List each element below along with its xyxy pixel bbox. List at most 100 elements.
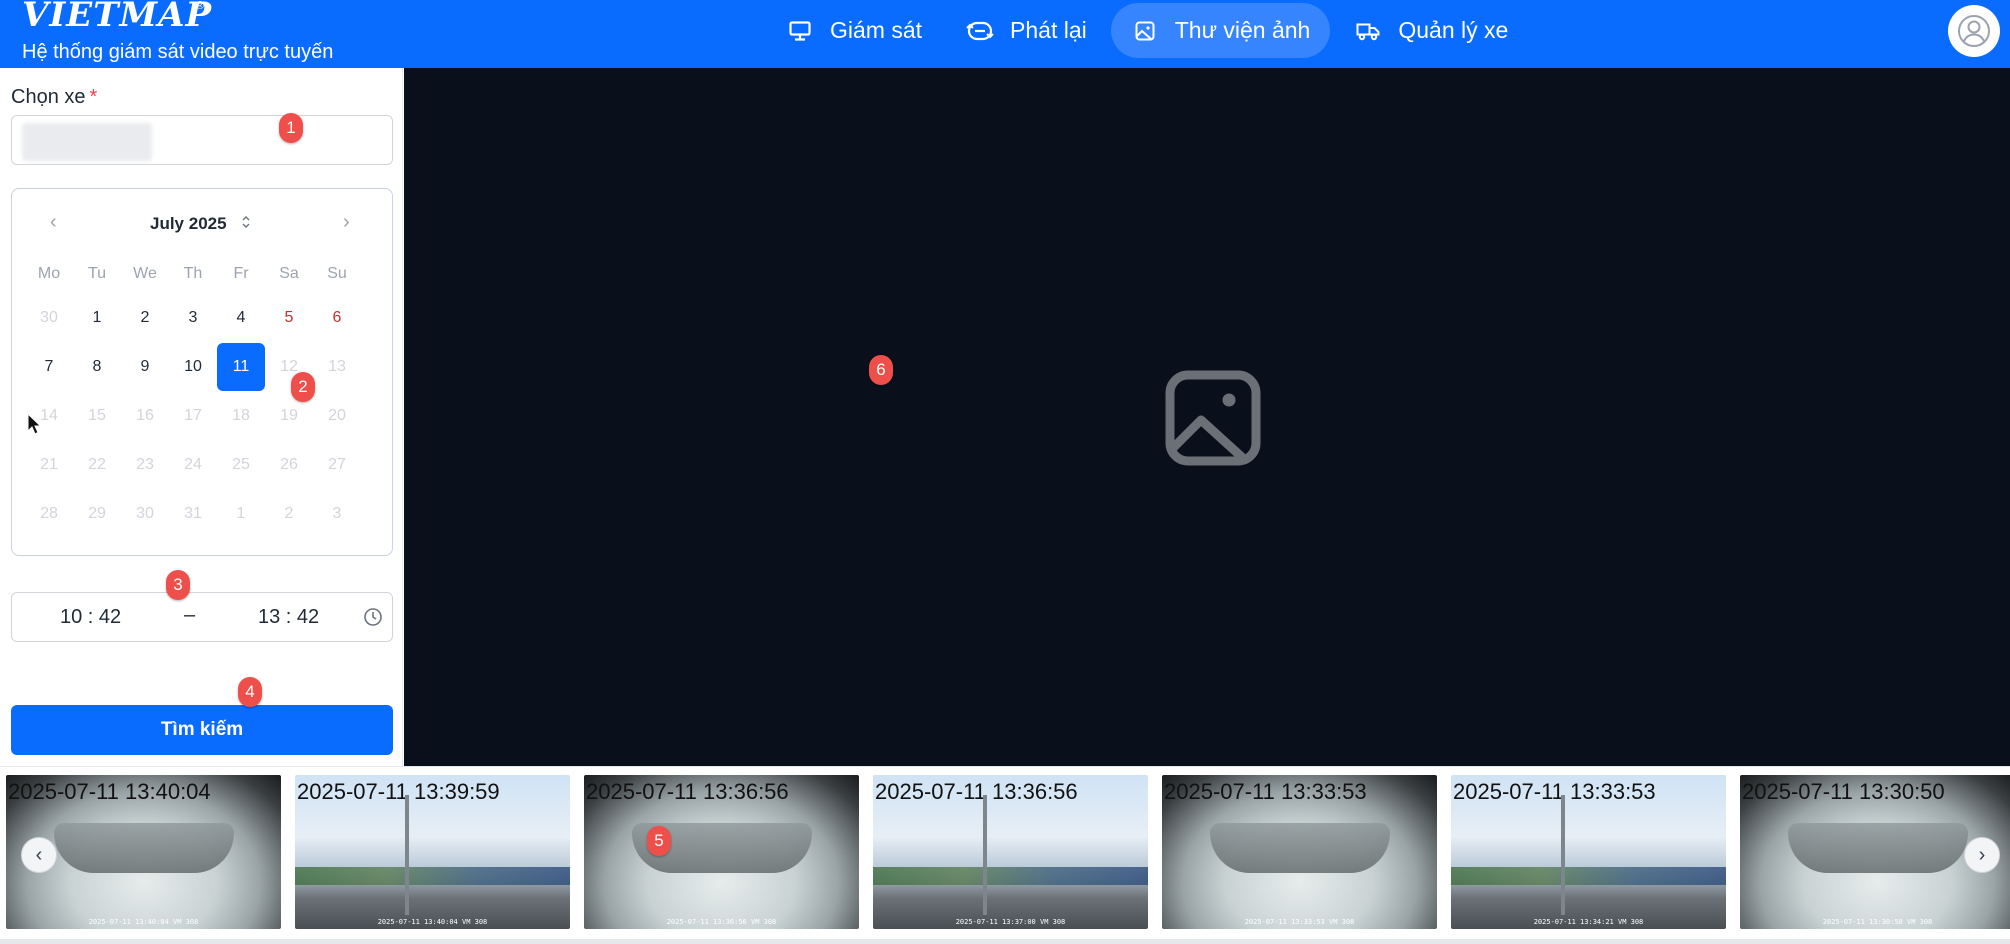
nav-phat-lai[interactable]: Phát lại <box>946 3 1107 58</box>
calendar-day[interactable]: 27 <box>313 441 361 489</box>
calendar-day[interactable]: 17 <box>169 392 217 440</box>
image-viewer <box>404 68 2010 766</box>
weekday-header: Tu <box>87 265 107 282</box>
thumbnail-timestamp: 2025-07-11 13:30:50 <box>1742 779 1945 804</box>
thumbnail-item[interactable]: 2025-07-11 13:33:53 2025-07-11 13:34:21 V… <box>1451 775 1726 929</box>
registered-mark: ® <box>196 0 205 12</box>
calendar-day[interactable]: 30 <box>121 490 169 538</box>
strip-scrollbar[interactable] <box>0 939 2010 944</box>
calendar-day[interactable]: 21 <box>25 441 73 489</box>
thumbnail-overlay-caption: 2025-07-11 13:34:21 VM 308 <box>1533 918 1644 926</box>
thumbnail-overlay-caption: 2025-07-11 13:37:00 VM 308 <box>955 918 1066 926</box>
end-time[interactable]: 13 : 42 <box>258 606 319 629</box>
thumbnail-overlay-caption: 2025-07-11 13:33:53 VM 308 <box>1244 918 1355 926</box>
image-icon <box>1131 19 1159 43</box>
nav-thu-vien-anh[interactable]: Thư viện ảnh <box>1110 3 1331 58</box>
calendar-day[interactable]: 23 <box>121 441 169 489</box>
calendar-day[interactable]: 8 <box>73 343 121 391</box>
calendar-day[interactable]: 9 <box>121 343 169 391</box>
thumbnail-overlay-caption: 2025-07-11 13:36:56 VM 308 <box>666 918 777 926</box>
calendar-day[interactable]: 24 <box>169 441 217 489</box>
calendar-day[interactable]: 18 <box>217 392 265 440</box>
annotation-marker-2: 2 <box>291 372 315 402</box>
nav-label: Giám sát <box>830 17 923 43</box>
thumbnail-item[interactable]: 2025-07-11 13:33:53 2025-07-11 13:33:53 V… <box>1162 775 1437 929</box>
prev-month-button[interactable]: ‹ <box>50 211 57 234</box>
calendar-day[interactable]: 1 <box>73 294 121 342</box>
vehicle-select[interactable] <box>11 115 393 165</box>
nav-label: Phát lại <box>1010 17 1087 43</box>
thumbnail-timestamp: 2025-07-11 13:33:53 <box>1164 779 1367 804</box>
calendar-day-selected[interactable]: 11 <box>217 343 265 391</box>
filter-panel: Chọn xe * ‹ July 2025 › Mo Tu We Th Fr Sa Su 30 1… <box>0 68 403 766</box>
calendar-day[interactable]: 28 <box>25 490 73 538</box>
calendar-day[interactable]: 3 <box>313 490 361 538</box>
thumbnail-next-button[interactable]: › <box>1964 837 2000 873</box>
thumbnail-timestamp: 2025-07-11 13:36:56 <box>875 779 1078 804</box>
calendar-day[interactable]: 26 <box>265 441 313 489</box>
thumbnail-prev-button[interactable]: ‹ <box>21 837 57 873</box>
weekday-header: We <box>133 265 157 282</box>
tagline: Hệ thống giám sát video trực tuyến <box>22 41 334 63</box>
replay-icon <box>966 19 994 43</box>
thumbnail-timestamp: 2025-07-11 13:33:53 <box>1453 779 1656 804</box>
thumbnail-item[interactable]: 2025-07-11 13:36:56 2025-07-11 13:37:00 V… <box>873 775 1148 929</box>
thumbnail-overlay-caption: 2025-07-11 13:40:04 VM 308 <box>88 918 199 926</box>
vietmap-logo[interactable]: VIETMAP <box>22 0 212 32</box>
thumbnail-timestamp: 2025-07-11 13:39:59 <box>297 779 500 804</box>
user-icon <box>1958 15 1990 47</box>
mouse-cursor-icon <box>27 412 42 440</box>
start-time[interactable]: 10 : 42 <box>60 606 121 629</box>
thumbnail-timestamp: 2025-07-11 13:40:04 <box>8 779 211 804</box>
calendar-day[interactable]: 2 <box>265 490 313 538</box>
next-month-button[interactable]: › <box>343 211 350 234</box>
image-placeholder-icon <box>1165 370 1261 466</box>
weekday-header: Th <box>183 265 203 282</box>
calendar-day[interactable]: 6 <box>313 294 361 342</box>
monitor-icon <box>786 19 814 43</box>
calendar-day[interactable]: 22 <box>73 441 121 489</box>
search-button[interactable]: Tìm kiếm <box>11 705 393 755</box>
calendar-day[interactable]: 13 <box>313 343 361 391</box>
thumbnail-overlay-caption: 2025-07-11 13:40:04 VM 308 <box>377 918 488 926</box>
thumbnail-item[interactable]: 2025-07-11 13:36:56 2025-07-11 13:36:56 V… <box>584 775 859 929</box>
time-separator: – <box>184 604 196 626</box>
calendar-day[interactable]: 15 <box>73 392 121 440</box>
main-nav: Giám sát Phát lại Thư viện ảnh Quản lý x… <box>766 3 1532 58</box>
time-range-picker[interactable]: 10 : 42 – 13 : 42 <box>11 592 393 642</box>
date-calendar: ‹ July 2025 › Mo Tu We Th Fr Sa Su 30 1 2 3 4 5 6 7 8 9 1… <box>11 188 393 556</box>
calendar-day[interactable]: 29 <box>73 490 121 538</box>
calendar-day[interactable]: 30 <box>25 294 73 342</box>
calendar-day[interactable]: 2 <box>121 294 169 342</box>
annotation-marker-6: 6 <box>869 355 893 385</box>
calendar-day[interactable]: 7 <box>25 343 73 391</box>
thumbnail-overlay-caption: 2025-07-11 13:30:50 VM 308 <box>1822 918 1933 926</box>
annotation-marker-5: 5 <box>647 826 671 856</box>
calendar-day[interactable]: 25 <box>217 441 265 489</box>
vehicle-value-redacted <box>22 123 152 161</box>
nav-giam-sat[interactable]: Giám sát <box>766 3 942 58</box>
calendar-month-title[interactable]: July 2025 <box>150 214 227 234</box>
annotation-marker-4: 4 <box>238 677 262 707</box>
calendar-day[interactable]: 31 <box>169 490 217 538</box>
calendar-day[interactable]: 16 <box>121 392 169 440</box>
vehicle-label: Chọn xe * <box>11 86 98 108</box>
thumbnail-timestamp: 2025-07-11 13:36:56 <box>586 779 789 804</box>
month-select-icon[interactable] <box>241 215 251 232</box>
calendar-day[interactable]: 4 <box>217 294 265 342</box>
nav-label: Thư viện ảnh <box>1174 17 1311 43</box>
thumbnail-item[interactable]: 2025-07-11 13:39:59 2025-07-11 13:40:04 V… <box>295 775 570 929</box>
weekday-header: Sa <box>279 265 299 282</box>
weekday-header: Su <box>327 265 347 282</box>
calendar-day[interactable]: 5 <box>265 294 313 342</box>
annotation-marker-3: 3 <box>166 570 190 600</box>
weekday-header: Mo <box>37 265 61 282</box>
nav-quan-ly-xe[interactable]: Quản lý xe <box>1334 3 1528 58</box>
calendar-day[interactable]: 10 <box>169 343 217 391</box>
calendar-day[interactable]: 3 <box>169 294 217 342</box>
user-avatar[interactable] <box>1948 5 2000 57</box>
calendar-day[interactable]: 20 <box>313 392 361 440</box>
nav-label: Quản lý xe <box>1398 17 1509 43</box>
calendar-day[interactable]: 1 <box>217 490 265 538</box>
annotation-marker-1: 1 <box>279 113 303 143</box>
